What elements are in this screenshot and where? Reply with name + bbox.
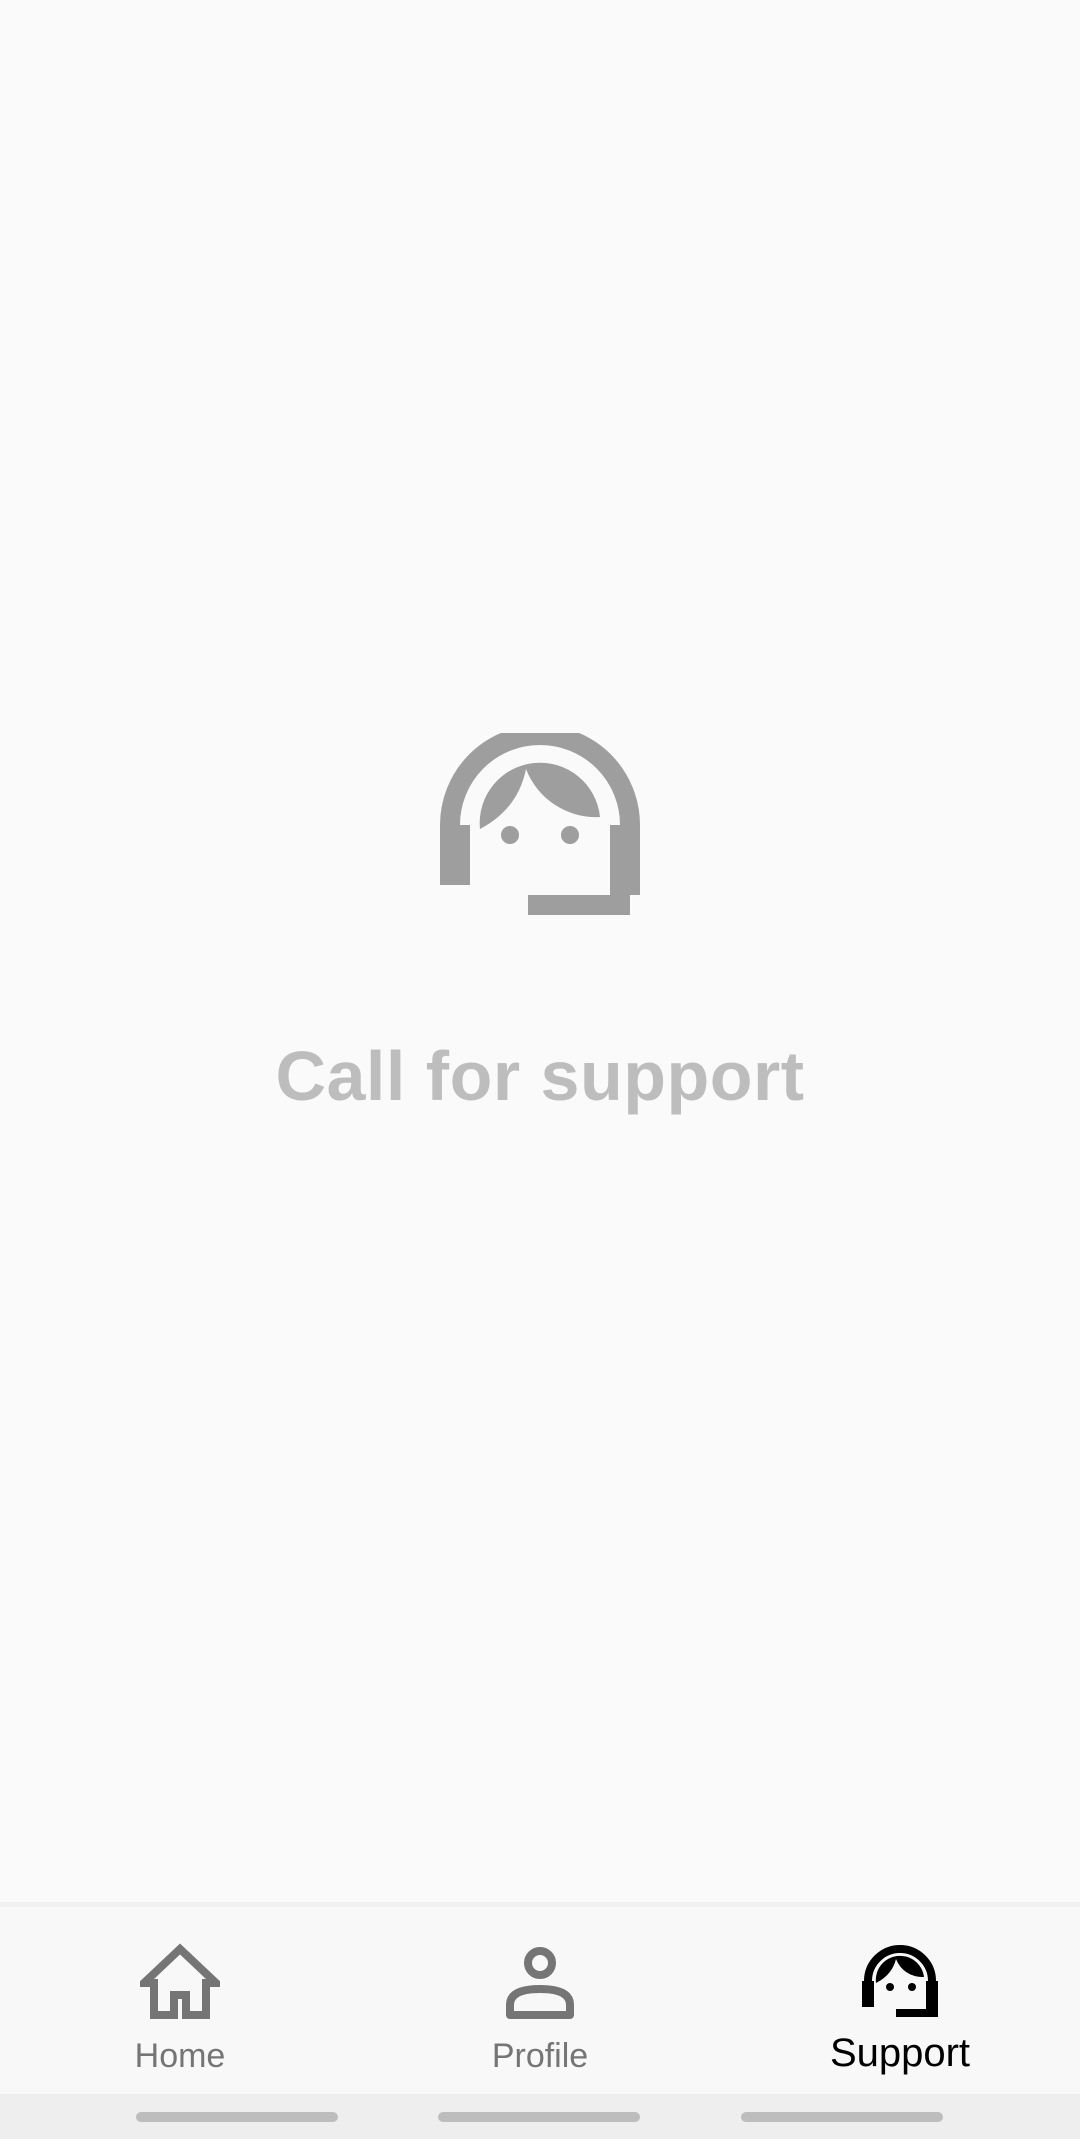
support-screen: Call for support Home Profile Support [0,0,1080,2139]
nav-label-profile: Profile [491,2037,589,2075]
bottom-navigation: Home Profile Support [0,1902,1080,2094]
gesture-pill-right[interactable] [741,2112,943,2122]
gesture-pill-left[interactable] [136,2112,338,2122]
system-gesture-bar [0,2094,1080,2139]
nav-item-home[interactable]: Home [0,1907,360,2099]
nav-item-support[interactable]: Support [720,1907,1080,2099]
nav-item-profile[interactable]: Profile [360,1907,720,2099]
nav-label-support: Support [829,2031,971,2075]
empty-state-title: Call for support [275,1037,805,1115]
main-content: Call for support [0,0,1080,1902]
support-agent-icon [862,1945,938,2017]
support-agent-icon [440,733,640,915]
person-icon [506,1947,574,2019]
gesture-pill-center[interactable] [438,2112,640,2122]
home-icon [140,1943,220,2019]
nav-label-home: Home [134,2037,226,2075]
